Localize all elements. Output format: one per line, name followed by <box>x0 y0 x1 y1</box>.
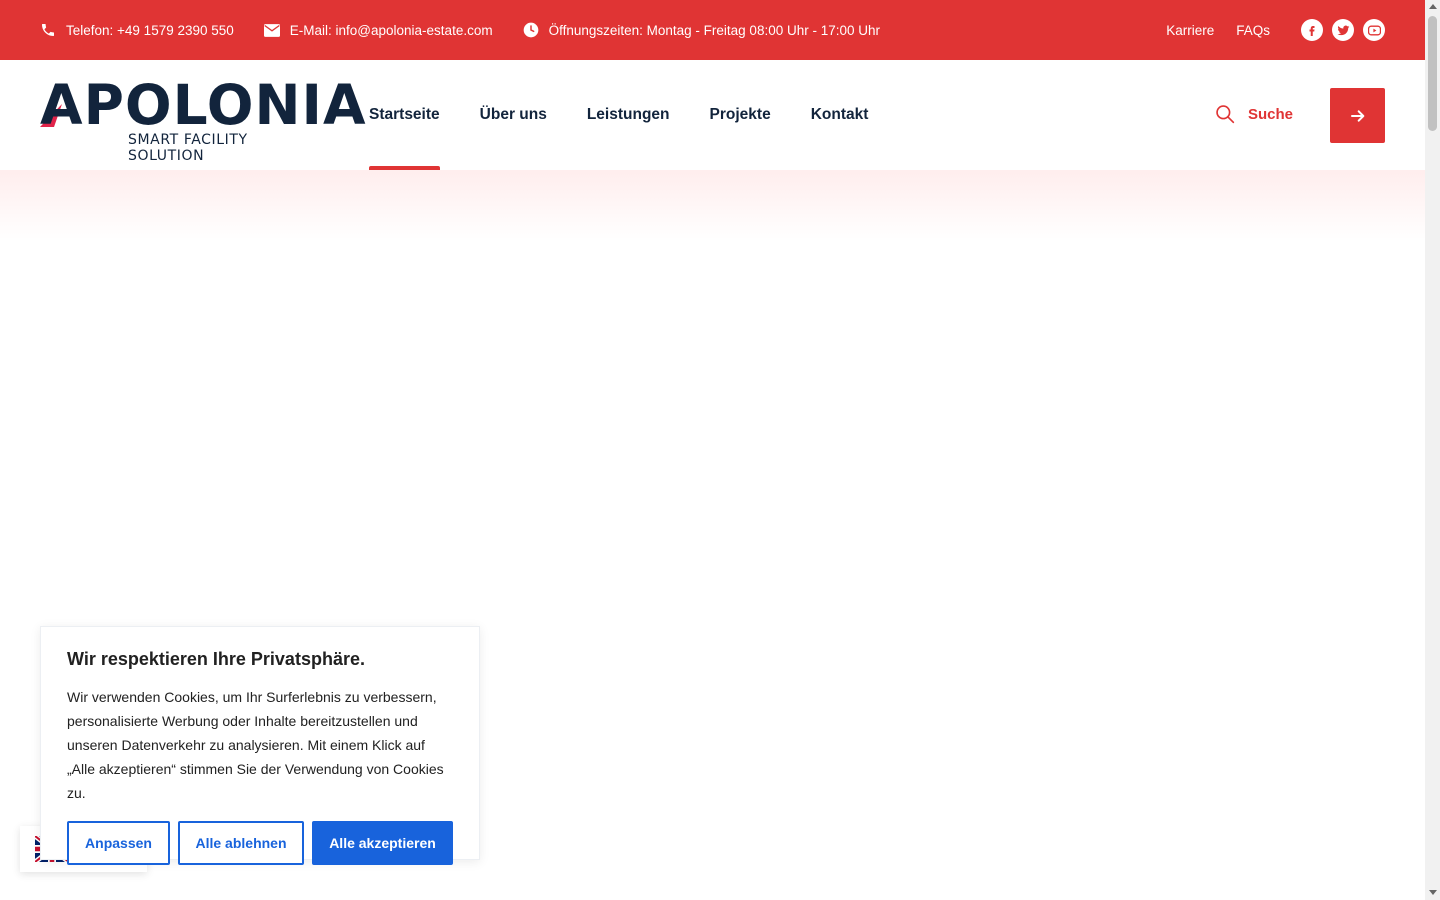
clock-icon <box>523 22 538 38</box>
nav-item-ueber-uns[interactable]: Über uns <box>480 60 547 170</box>
hours-text: Öffnungszeiten: Montag - Freitag 08:00 U… <box>548 22 881 38</box>
logo-wordmark: APOLONIA <box>40 73 367 137</box>
logo[interactable]: APOLONIA SMART FACILITY SOLUTION <box>40 78 366 164</box>
page-scrollbar[interactable] <box>1425 0 1440 900</box>
nav-item-kontakt[interactable]: Kontakt <box>811 60 869 170</box>
customize-button[interactable]: Anpassen <box>67 821 170 865</box>
email-info[interactable]: E-Mail: info@apolonia-estate.com <box>263 22 493 38</box>
header-shadow <box>0 170 1425 240</box>
cta-arrow-button[interactable] <box>1330 88 1385 143</box>
main-nav: Startseite Über uns Leistungen Projekte … <box>369 60 908 170</box>
accept-all-button[interactable]: Alle akzeptieren <box>312 821 453 865</box>
email-text: E-Mail: info@apolonia-estate.com <box>289 22 493 38</box>
envelope-icon <box>263 23 280 37</box>
cookie-title: Wir respektieren Ihre Privatsphäre. <box>67 649 365 669</box>
main-header: APOLONIA SMART FACILITY SOLUTION Startse… <box>0 60 1425 170</box>
phone-icon <box>42 24 54 36</box>
phone-info[interactable]: Telefon: +49 1579 2390 550 <box>40 22 234 38</box>
faqs-link[interactable]: FAQs <box>1236 23 1270 38</box>
youtube-icon[interactable] <box>1363 19 1385 41</box>
nav-item-projekte[interactable]: Projekte <box>710 60 771 170</box>
arrow-right-icon <box>1350 109 1364 122</box>
cookie-text: Wir verwenden Cookies, um Ihr Surferlebn… <box>67 689 444 801</box>
top-bar: Telefon: +49 1579 2390 550 E-Mail: info@… <box>0 0 1425 60</box>
nav-item-leistungen[interactable]: Leistungen <box>587 60 670 170</box>
hours-info: Öffnungszeiten: Montag - Freitag 08:00 U… <box>523 22 880 38</box>
contact-info: Telefon: +49 1579 2390 550 E-Mail: info@… <box>40 22 910 38</box>
nav-item-startseite[interactable]: Startseite <box>369 60 440 170</box>
twitter-icon[interactable] <box>1332 19 1354 41</box>
scroll-thumb[interactable] <box>1428 16 1437 131</box>
scroll-down-arrow-icon[interactable] <box>1429 890 1437 895</box>
karriere-link[interactable]: Karriere <box>1166 23 1214 38</box>
topbar-right: Karriere FAQs <box>1166 19 1385 41</box>
search-icon <box>1216 105 1235 124</box>
facebook-icon[interactable] <box>1301 19 1323 41</box>
phone-text: Telefon: +49 1579 2390 550 <box>66 22 234 38</box>
search-label: Suche <box>1248 105 1294 123</box>
reject-all-button[interactable]: Alle ablehnen <box>178 821 304 865</box>
search-button[interactable]: Suche <box>1215 104 1293 124</box>
cookie-buttons: Anpassen Alle ablehnen Alle akzeptieren <box>67 821 453 865</box>
scroll-up-arrow-icon[interactable] <box>1429 4 1437 9</box>
logo-tagline: SMART FACILITY SOLUTION <box>128 132 248 164</box>
cookie-consent-banner: Wir respektieren Ihre Privatsphäre. Wir … <box>40 626 480 865</box>
